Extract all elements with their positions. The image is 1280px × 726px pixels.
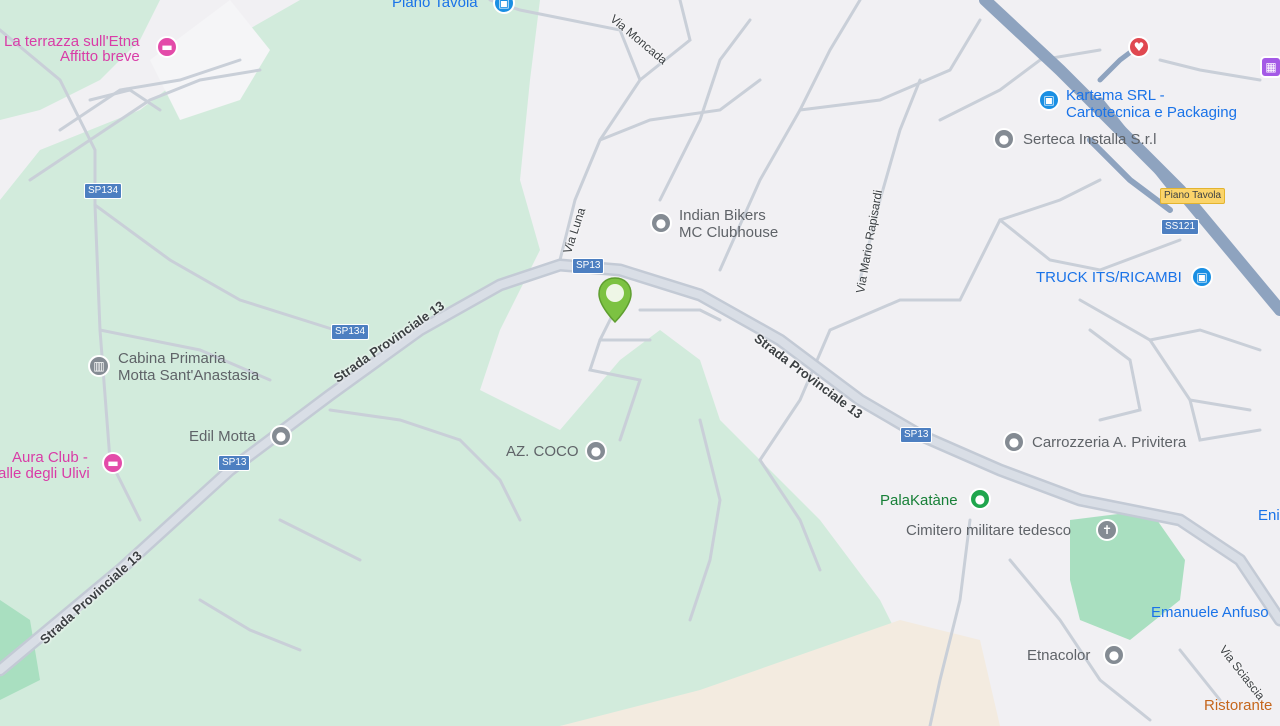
building-icon[interactable]: ▦ [1260,56,1280,78]
shield-sp13-top: SP13 [572,258,605,274]
shield-ss121: SS121 [1161,219,1200,235]
hotel-icon: ▬ [102,452,124,474]
shield-sp134-middle: SP134 [331,324,370,340]
place-icon: ● [585,440,607,462]
poi-label-etnacolor: Etnacolor [1027,647,1091,664]
poi-label-cimitero: Cimitero militare tedesco [906,522,1072,539]
poi-label-piano-tavola: Piano Tavola [392,0,478,11]
shield-sp13-west: SP13 [218,455,251,471]
poi-label-palakatane: PalaKatàne [880,492,958,509]
poi-label-kartema-line2: Cartotecnica e Packaging [1066,104,1237,121]
poi-label-edil-motta: Edil Motta [189,428,256,445]
poi-label-kartema-line1: Kartema SRL - [1066,87,1165,104]
poi-label-aura-club-line1: Aura Club - [12,449,88,466]
poi-label-indian-bikers-line2: MC Clubhouse [679,224,779,241]
poi-label-serteca: Serteca Installa S.r.l [1023,131,1157,148]
poi-label-truck-its: TRUCK ITS/RICAMBI [1036,269,1182,286]
poi-label-cabina-line2: Motta Sant'Anastasia [118,367,260,384]
poi-label-indian-bikers-line1: Indian Bikers [679,207,766,224]
poi-label-eni[interactable]: Eni [1258,507,1280,524]
shopping-bag-icon: ▣ [1038,89,1060,111]
poi-label-carrozzeria: Carrozzeria A. Privitera [1032,434,1187,451]
cemetery-icon: ✝ [1096,519,1118,541]
poi-label-emanuele-anfuso[interactable]: Emanuele Anfuso [1151,604,1269,621]
shield-sp134-north: SP134 [84,183,123,199]
poi-label-la-terrazza-line2: Affitto breve [60,48,140,65]
poi-label-aura-club-line2: alle degli Ulivi [0,465,90,482]
map-canvas[interactable]: Strada Provinciale 13 Strada Provinciale… [0,0,1280,726]
shield-piano-tavola: Piano Tavola [1160,188,1226,204]
place-icon: ● [650,212,672,234]
selected-location-marker[interactable] [597,276,633,324]
place-icon: ● [1103,644,1125,666]
poi-label-az-coco: AZ. COCO [506,443,579,460]
place-icon: ● [993,128,1015,150]
shopping-bag-icon: ▣ [1191,266,1213,288]
building-icon: ▥ [88,355,110,377]
shopping-icon[interactable]: ♥ [1128,36,1150,58]
stadium-icon: ● [969,488,991,510]
poi-label-cabina-line1: Cabina Primaria [118,350,226,367]
hotel-icon: ▬ [156,36,178,58]
place-icon: ● [270,425,292,447]
poi-label-ristorante[interactable]: Ristorante [1204,697,1272,714]
shield-sp13-east: SP13 [900,427,933,443]
place-icon: ● [1003,431,1025,453]
map-pin-icon [598,277,632,324]
